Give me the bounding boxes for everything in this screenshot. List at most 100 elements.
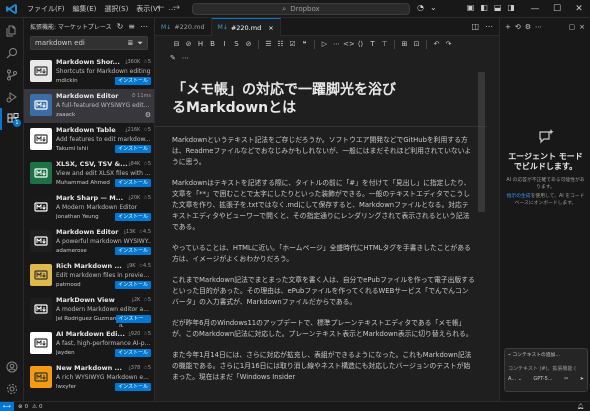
- install-button[interactable]: インストール: [115, 383, 151, 391]
- mode-picker[interactable]: A... ⌄: [508, 376, 522, 382]
- edit-icon[interactable]: ✎: [170, 54, 176, 62]
- toolbar-button-icon[interactable]: ↷: [443, 40, 454, 48]
- toolbar-button-icon[interactable]: ↶: [431, 40, 442, 48]
- toolbar-button-icon[interactable]: ▷: [319, 40, 330, 48]
- tab-220-md-2[interactable]: M↓ #220.md ×: [211, 18, 281, 36]
- run-debug-icon[interactable]: [0, 86, 24, 108]
- install-button[interactable]: インストール: [115, 247, 151, 255]
- toolbar-button-icon[interactable]: ⊘: [183, 40, 194, 48]
- remote-icon[interactable]: ⟷: [0, 401, 14, 411]
- toolbar-button-icon[interactable]: <>: [343, 40, 355, 48]
- refresh-icon[interactable]: ↻: [117, 22, 124, 31]
- command-center[interactable]: ⌕ Dropbox: [192, 3, 410, 15]
- install-button[interactable]: インストール: [115, 145, 151, 153]
- editor-content[interactable]: 「メモ帳」の対応で一躍脚光を浴びるMarkdownとは Markdownというテ…: [155, 72, 487, 401]
- install-button[interactable]: インストール: [115, 213, 151, 221]
- more-actions-icon[interactable]: ⋯: [485, 22, 493, 31]
- filter-icon[interactable]: ⏷: [137, 39, 143, 48]
- toolbar-button-icon[interactable]: ⊘: [243, 40, 254, 48]
- split-editor-icon[interactable]: ◫: [471, 22, 479, 31]
- send-icon[interactable]: ➤: [580, 376, 584, 382]
- more-actions-icon[interactable]: ⋯: [182, 54, 189, 62]
- toolbar-button-icon[interactable]: ❝: [299, 40, 310, 48]
- toolbar-button-icon[interactable]: ⟨⟩: [355, 40, 366, 48]
- source-control-icon[interactable]: [0, 64, 24, 86]
- generate-instructions-link[interactable]: 指示の生成: [507, 194, 531, 199]
- toolbar-button-icon[interactable]: S: [231, 40, 242, 48]
- install-button[interactable]: インストール: [115, 281, 151, 289]
- toolbar-button-icon[interactable]: H: [195, 40, 206, 48]
- forward-arrow-icon[interactable]: →: [173, 3, 181, 13]
- more-actions-icon[interactable]: ⋯: [140, 22, 148, 31]
- warning-count[interactable]: 0: [39, 404, 43, 410]
- extension-list-item[interactable]: Mark Sharp — M... ⤓20K ☆5 A Modern Markdown…: [24, 191, 154, 225]
- toolbar-button-icon[interactable]: T: [367, 40, 378, 48]
- layout-sidebar-left-icon[interactable]: ◧: [480, 3, 488, 12]
- install-button[interactable]: インストール: [115, 179, 151, 187]
- chevron-down-icon[interactable]: ⌄: [430, 3, 437, 12]
- editor-scrollbar[interactable]: [478, 72, 485, 212]
- tools-icon[interactable]: ✂: [564, 376, 568, 382]
- toolbar-button-icon[interactable]: I: [219, 40, 230, 48]
- settings-gear-icon[interactable]: [0, 378, 24, 400]
- extension-list-item[interactable]: Markdown Editor ⏱ 11ms A full-featured WYS…: [24, 89, 154, 123]
- more-actions-icon[interactable]: ⋯: [535, 23, 542, 31]
- maximize-icon[interactable]: ▢: [569, 23, 576, 31]
- close-button[interactable]: ✕: [568, 0, 590, 18]
- maximize-button[interactable]: ☐: [546, 0, 568, 18]
- model-picker[interactable]: GPT-5...: [533, 376, 552, 382]
- clear-filter-icon[interactable]: ≣: [128, 39, 134, 48]
- layout-sidebar-right-icon[interactable]: ◨: [507, 3, 515, 12]
- toolbar-button-icon[interactable]: ⊡: [411, 40, 422, 48]
- rating: ☆5: [143, 161, 151, 167]
- manage-gear-icon[interactable]: ⚙: [145, 111, 151, 119]
- tab-220-md-1[interactable]: M↓ #220.md: [155, 18, 212, 36]
- explorer-icon[interactable]: [0, 20, 24, 42]
- close-icon[interactable]: ×: [579, 23, 585, 31]
- menu-selection[interactable]: 選択(S): [100, 4, 132, 14]
- search-icon[interactable]: [0, 42, 24, 64]
- add-context-button[interactable]: ⌁ コンテキストの追加...: [508, 351, 584, 361]
- error-icon[interactable]: ⊗: [18, 404, 23, 410]
- extension-list-item[interactable]: New Markdown ... ⤓378 ☆5 A rich WYSIWYG Mar…: [24, 361, 154, 395]
- settings-gear-icon[interactable]: ⚙: [525, 23, 531, 31]
- layout-panel-icon[interactable]: ⬓: [494, 3, 502, 12]
- install-button[interactable]: インストール: [115, 315, 151, 327]
- toolbar-button-icon[interactable]: ⊟: [171, 40, 182, 48]
- filter-list-icon[interactable]: ≡: [128, 22, 135, 31]
- toolbar-button-icon[interactable]: ⋯: [331, 40, 342, 48]
- toggle-panel-icon[interactable]: ▣: [467, 3, 475, 12]
- toolbar-button-icon[interactable]: B: [207, 40, 218, 48]
- new-chat-icon[interactable]: +: [505, 23, 511, 31]
- notifications-icon[interactable]: 🔔︎: [577, 404, 584, 410]
- download-count: ⤓20K: [128, 195, 141, 201]
- extension-list-item[interactable]: XLSX, CSV, TSV &... ⤓84K ☆5 View and edit X…: [24, 157, 154, 191]
- close-icon[interactable]: ×: [268, 24, 273, 32]
- install-button[interactable]: インストール: [115, 77, 151, 85]
- history-icon[interactable]: ⟲: [515, 23, 521, 31]
- account-icon[interactable]: [0, 356, 24, 378]
- copilot-icon[interactable]: ◔: [417, 3, 424, 12]
- extension-list-item[interactable]: Markdown Editor ⤓13K ☆4.5 A powerful markdo…: [24, 225, 154, 259]
- error-count[interactable]: 0: [25, 404, 29, 410]
- toolbar-button-icon[interactable]: ☑: [287, 40, 298, 48]
- extensions-icon[interactable]: 1: [0, 108, 24, 130]
- install-button[interactable]: インストール: [115, 349, 151, 357]
- toolbar-button-icon[interactable]: ⊞: [399, 40, 410, 48]
- toolbar-button-icon[interactable]: ☷: [275, 40, 286, 48]
- toolbar-button-icon[interactable]: ⊤: [379, 40, 390, 48]
- menu-file[interactable]: ファイル(F): [23, 4, 69, 14]
- warning-icon[interactable]: ⚠: [32, 404, 37, 410]
- back-arrow-icon[interactable]: ←: [157, 3, 165, 13]
- extension-list-item[interactable]: Markdown Shor... ⤓360K ☆5 Shortcuts for Mar…: [24, 55, 154, 89]
- extension-list-item[interactable]: Markdown Table ⤓216K ☆5 Add features to edi…: [24, 123, 154, 157]
- chat-input-placeholder[interactable]: コンテキスト (#)、拡張機能 (: [508, 364, 584, 374]
- toolbar-button-icon[interactable]: ☰: [263, 40, 274, 48]
- extension-list-item[interactable]: Rich Markdown ... ⤓9K ☆4.5 Edit markdown fi…: [24, 259, 154, 293]
- chat-input-box[interactable]: ⌁ コンテキストの追加... コンテキスト (#)、拡張機能 ( A... ⌄ …: [504, 348, 588, 392]
- extension-search-input[interactable]: markdown edi ≣ ⏷: [30, 36, 148, 50]
- extension-list-item[interactable]: MarkDown View ⤓2K ☆5 A modern Markdown edit…: [24, 293, 154, 327]
- menu-edit[interactable]: 編集(E): [69, 4, 101, 14]
- extension-list-item[interactable]: AI Markdown Edi... ⤓920 ☆5 A fast, high-per…: [24, 327, 154, 361]
- minimize-button[interactable]: —: [524, 0, 546, 18]
